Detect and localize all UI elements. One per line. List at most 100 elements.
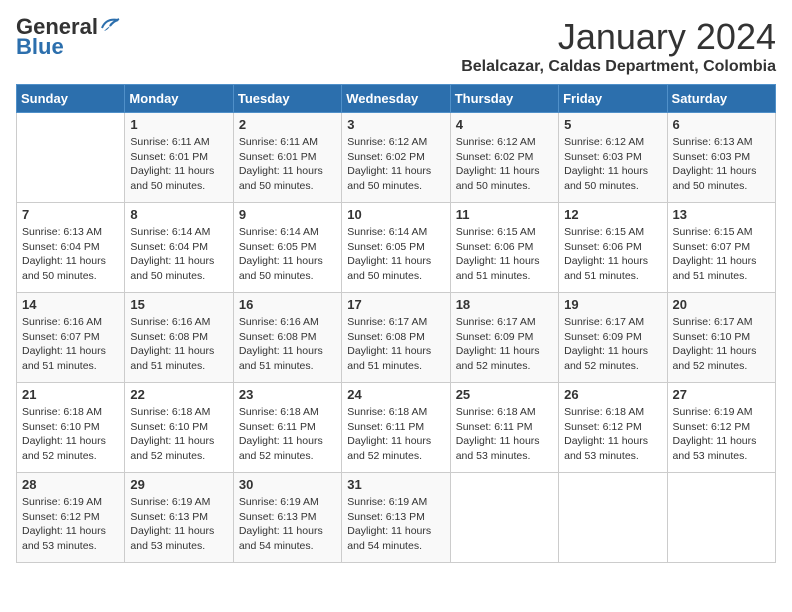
week-row-3: 14 Sunrise: 6:16 AMSunset: 6:07 PMDayligh… [17,293,776,383]
logo: General Blue [16,16,120,58]
day-info: Sunrise: 6:18 AMSunset: 6:11 PMDaylight:… [347,405,444,464]
day-number: 2 [239,117,336,132]
calendar-header-row: SundayMondayTuesdayWednesdayThursdayFrid… [17,85,776,113]
week-row-2: 7Sunrise: 6:13 AMSunset: 6:04 PMDaylight… [17,203,776,293]
day-number: 11 [456,207,553,222]
day-info: Sunrise: 6:17 AMSunset: 6:08 PMDaylight:… [347,315,444,374]
calendar-cell: 2 Sunrise: 6:11 AMSunset: 6:01 PMDaylight… [233,113,341,203]
day-info: Sunrise: 6:17 AMSunset: 6:09 PMDaylight:… [564,315,661,374]
calendar-cell: 23 Sunrise: 6:18 AMSunset: 6:11 PMDayligh… [233,383,341,473]
calendar-cell: 14 Sunrise: 6:16 AMSunset: 6:07 PMDayligh… [17,293,125,383]
logo-blue-text: Blue [16,36,64,58]
day-info: Sunrise: 6:19 AMSunset: 6:13 PMDaylight:… [130,495,227,554]
calendar-cell [450,473,558,563]
day-info: Sunrise: 6:18 AMSunset: 6:11 PMDaylight:… [456,405,553,464]
day-info: Sunrise: 6:19 AMSunset: 6:12 PMDaylight:… [673,405,770,464]
calendar-cell: 22Sunrise: 6:18 AMSunset: 6:10 PMDayligh… [125,383,233,473]
page-header: General Blue January 2024 Belalcazar, Ca… [16,16,776,76]
day-number: 8 [130,207,227,222]
day-number: 17 [347,297,444,312]
day-number: 10 [347,207,444,222]
day-number: 20 [673,297,770,312]
day-info: Sunrise: 6:18 AMSunset: 6:11 PMDaylight:… [239,405,336,464]
day-number: 27 [673,387,770,402]
day-info: Sunrise: 6:15 AMSunset: 6:07 PMDaylight:… [673,225,770,284]
day-info: Sunrise: 6:16 AMSunset: 6:08 PMDaylight:… [130,315,227,374]
day-number: 26 [564,387,661,402]
calendar-cell: 4 Sunrise: 6:12 AMSunset: 6:02 PMDaylight… [450,113,558,203]
calendar-cell: 8 Sunrise: 6:14 AMSunset: 6:04 PMDaylight… [125,203,233,293]
day-number: 5 [564,117,661,132]
calendar-cell: 21 Sunrise: 6:18 AMSunset: 6:10 PMDayligh… [17,383,125,473]
day-number: 19 [564,297,661,312]
calendar-cell: 19 Sunrise: 6:17 AMSunset: 6:09 PMDayligh… [559,293,667,383]
day-info: Sunrise: 6:18 AMSunset: 6:12 PMDaylight:… [564,405,661,464]
day-number: 28 [22,477,119,492]
header-monday: Monday [125,85,233,113]
day-info: Sunrise: 6:18 AMSunset: 6:10 PMDaylight:… [22,405,119,464]
day-info: Sunrise: 6:12 AMSunset: 6:03 PMDaylight:… [564,135,661,194]
day-number: 23 [239,387,336,402]
bird-icon [100,16,120,34]
calendar-cell: 3 Sunrise: 6:12 AMSunset: 6:02 PMDaylight… [342,113,450,203]
calendar-table: SundayMondayTuesdayWednesdayThursdayFrid… [16,84,776,563]
calendar-cell: 18 Sunrise: 6:17 AMSunset: 6:09 PMDayligh… [450,293,558,383]
calendar-cell: 15 Sunrise: 6:16 AMSunset: 6:08 PMDayligh… [125,293,233,383]
day-info: Sunrise: 6:19 AMSunset: 6:12 PMDaylight:… [22,495,119,554]
day-info: Sunrise: 6:16 AMSunset: 6:08 PMDaylight:… [239,315,336,374]
day-number: 4 [456,117,553,132]
header-thursday: Thursday [450,85,558,113]
calendar-cell: 30 Sunrise: 6:19 AMSunset: 6:13 PMDayligh… [233,473,341,563]
day-number: 24 [347,387,444,402]
day-info: Sunrise: 6:12 AMSunset: 6:02 PMDaylight:… [456,135,553,194]
day-info: Sunrise: 6:18 AMSunset: 6:10 PMDaylight:… [130,405,227,464]
location-title: Belalcazar, Caldas Department, Colombia [461,58,776,76]
day-number: 14 [22,297,119,312]
day-number: 3 [347,117,444,132]
day-number: 7 [22,207,119,222]
day-info: Sunrise: 6:12 AMSunset: 6:02 PMDaylight:… [347,135,444,194]
calendar-cell: 27 Sunrise: 6:19 AMSunset: 6:12 PMDayligh… [667,383,775,473]
day-number: 18 [456,297,553,312]
calendar-cell: 16 Sunrise: 6:16 AMSunset: 6:08 PMDayligh… [233,293,341,383]
day-info: Sunrise: 6:19 AMSunset: 6:13 PMDaylight:… [347,495,444,554]
day-info: Sunrise: 6:19 AMSunset: 6:13 PMDaylight:… [239,495,336,554]
day-info: Sunrise: 6:17 AMSunset: 6:09 PMDaylight:… [456,315,553,374]
calendar-cell: 29 Sunrise: 6:19 AMSunset: 6:13 PMDayligh… [125,473,233,563]
day-info: Sunrise: 6:14 AMSunset: 6:04 PMDaylight:… [130,225,227,284]
day-info: Sunrise: 6:17 AMSunset: 6:10 PMDaylight:… [673,315,770,374]
day-info: Sunrise: 6:11 AMSunset: 6:01 PMDaylight:… [130,135,227,194]
week-row-1: 1 Sunrise: 6:11 AMSunset: 6:01 PMDaylight… [17,113,776,203]
day-number: 15 [130,297,227,312]
calendar-cell: 5 Sunrise: 6:12 AMSunset: 6:03 PMDaylight… [559,113,667,203]
day-number: 16 [239,297,336,312]
calendar-cell [17,113,125,203]
day-number: 9 [239,207,336,222]
calendar-cell: 6Sunrise: 6:13 AMSunset: 6:03 PMDaylight… [667,113,775,203]
header-tuesday: Tuesday [233,85,341,113]
calendar-cell: 24 Sunrise: 6:18 AMSunset: 6:11 PMDayligh… [342,383,450,473]
week-row-5: 28 Sunrise: 6:19 AMSunset: 6:12 PMDayligh… [17,473,776,563]
title-block: January 2024 Belalcazar, Caldas Departme… [461,16,776,76]
calendar-cell: 1 Sunrise: 6:11 AMSunset: 6:01 PMDaylight… [125,113,233,203]
calendar-cell [667,473,775,563]
day-info: Sunrise: 6:14 AMSunset: 6:05 PMDaylight:… [239,225,336,284]
calendar-cell: 9 Sunrise: 6:14 AMSunset: 6:05 PMDaylight… [233,203,341,293]
calendar-cell: 31 Sunrise: 6:19 AMSunset: 6:13 PMDayligh… [342,473,450,563]
header-friday: Friday [559,85,667,113]
day-number: 31 [347,477,444,492]
week-row-4: 21 Sunrise: 6:18 AMSunset: 6:10 PMDayligh… [17,383,776,473]
calendar-cell: 20 Sunrise: 6:17 AMSunset: 6:10 PMDayligh… [667,293,775,383]
day-number: 1 [130,117,227,132]
day-info: Sunrise: 6:11 AMSunset: 6:01 PMDaylight:… [239,135,336,194]
header-sunday: Sunday [17,85,125,113]
month-title: January 2024 [461,16,776,58]
day-number: 21 [22,387,119,402]
day-number: 29 [130,477,227,492]
day-info: Sunrise: 6:16 AMSunset: 6:07 PMDaylight:… [22,315,119,374]
day-number: 30 [239,477,336,492]
day-number: 12 [564,207,661,222]
calendar-cell: 7Sunrise: 6:13 AMSunset: 6:04 PMDaylight… [17,203,125,293]
calendar-cell: 13Sunrise: 6:15 AMSunset: 6:07 PMDayligh… [667,203,775,293]
day-number: 6 [673,117,770,132]
